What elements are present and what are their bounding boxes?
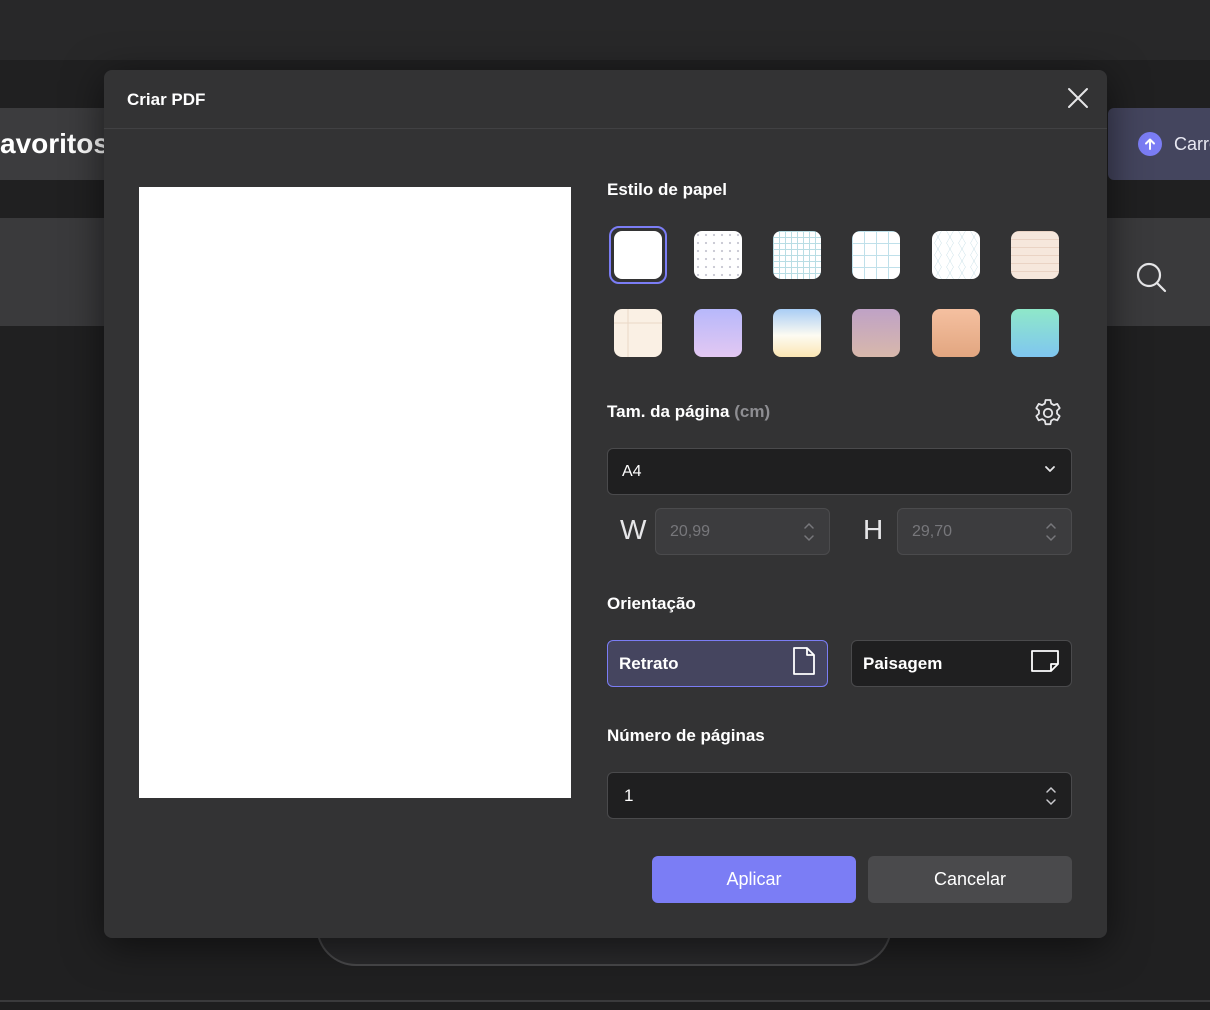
portrait-page-icon bbox=[791, 645, 817, 682]
cancel-button[interactable]: Cancelar bbox=[868, 856, 1072, 903]
page-size-value: A4 bbox=[622, 462, 642, 480]
page-preview bbox=[139, 187, 571, 798]
page-size-label: Tam. da página (cm) bbox=[607, 402, 770, 422]
stepper-up-icon bbox=[1046, 786, 1056, 793]
stepper-up-icon bbox=[804, 522, 814, 529]
page-size-select[interactable]: A4 bbox=[607, 448, 1072, 495]
pages-label: Número de páginas bbox=[607, 726, 765, 745]
paper-style-label: Estilo de papel bbox=[607, 180, 727, 199]
height-value: 29,70 bbox=[912, 522, 953, 540]
pages-value: 1 bbox=[624, 785, 634, 805]
height-label: H bbox=[863, 514, 884, 545]
swatch-mint-gradient[interactable] bbox=[1006, 304, 1064, 362]
width-field[interactable]: 20,99 bbox=[655, 508, 830, 555]
portrait-button[interactable]: Retrato bbox=[607, 640, 828, 687]
close-icon[interactable] bbox=[1064, 84, 1092, 112]
dialog-title: Criar PDF bbox=[127, 90, 206, 109]
apply-button[interactable]: Aplicar bbox=[652, 856, 856, 903]
swatch-dot-grid[interactable] bbox=[689, 226, 747, 284]
stepper-up-icon bbox=[1046, 522, 1056, 529]
pages-stepper[interactable] bbox=[1045, 786, 1057, 806]
upload-icon bbox=[1138, 132, 1162, 156]
chevron-down-icon bbox=[1043, 462, 1057, 481]
title-bar bbox=[0, 0, 1210, 60]
swatch-peach-lined[interactable] bbox=[1006, 226, 1064, 284]
swatch-apricot-gradient[interactable] bbox=[927, 304, 985, 362]
favorites-heading: avoritos bbox=[0, 108, 110, 180]
upload-label: Carre bbox=[1174, 133, 1210, 154]
stepper-down-icon bbox=[804, 534, 814, 541]
swatch-isometric-grid[interactable] bbox=[927, 226, 985, 284]
width-value: 20,99 bbox=[670, 522, 711, 540]
upload-button[interactable]: Carre bbox=[1108, 108, 1210, 180]
swatch-lavender-gradient[interactable] bbox=[689, 304, 747, 362]
width-stepper[interactable] bbox=[803, 522, 815, 542]
landscape-page-icon bbox=[1029, 648, 1061, 679]
height-field[interactable]: 29,70 bbox=[897, 508, 1072, 555]
swatch-sky-gradient[interactable] bbox=[768, 304, 826, 362]
stepper-down-icon bbox=[1046, 798, 1056, 805]
portrait-label: Retrato bbox=[619, 653, 679, 673]
page-size-unit: (cm) bbox=[734, 402, 771, 421]
orientation-label: Orientação bbox=[607, 594, 696, 613]
landscape-button[interactable]: Paisagem bbox=[851, 640, 1072, 687]
stepper-down-icon bbox=[1046, 534, 1056, 541]
swatch-cream-corner[interactable] bbox=[609, 304, 667, 362]
swatch-small-grid[interactable] bbox=[768, 226, 826, 284]
width-label: W bbox=[620, 514, 647, 545]
search-icon[interactable] bbox=[1134, 260, 1168, 294]
dialog-header: Criar PDF bbox=[104, 70, 1107, 129]
swatch-large-grid[interactable] bbox=[847, 226, 905, 284]
bottom-divider bbox=[0, 1000, 1210, 1002]
swatch-mauve-gradient[interactable] bbox=[847, 304, 905, 362]
page-size-label-text: Tam. da página bbox=[607, 402, 730, 421]
pages-field[interactable]: 1 bbox=[607, 772, 1072, 819]
landscape-label: Paisagem bbox=[863, 653, 943, 673]
create-pdf-dialog: Criar PDF Estilo de papel Tam. da página… bbox=[104, 70, 1107, 938]
gear-icon[interactable] bbox=[1032, 397, 1064, 429]
height-stepper[interactable] bbox=[1045, 522, 1057, 542]
swatch-plain-white[interactable] bbox=[609, 226, 667, 284]
